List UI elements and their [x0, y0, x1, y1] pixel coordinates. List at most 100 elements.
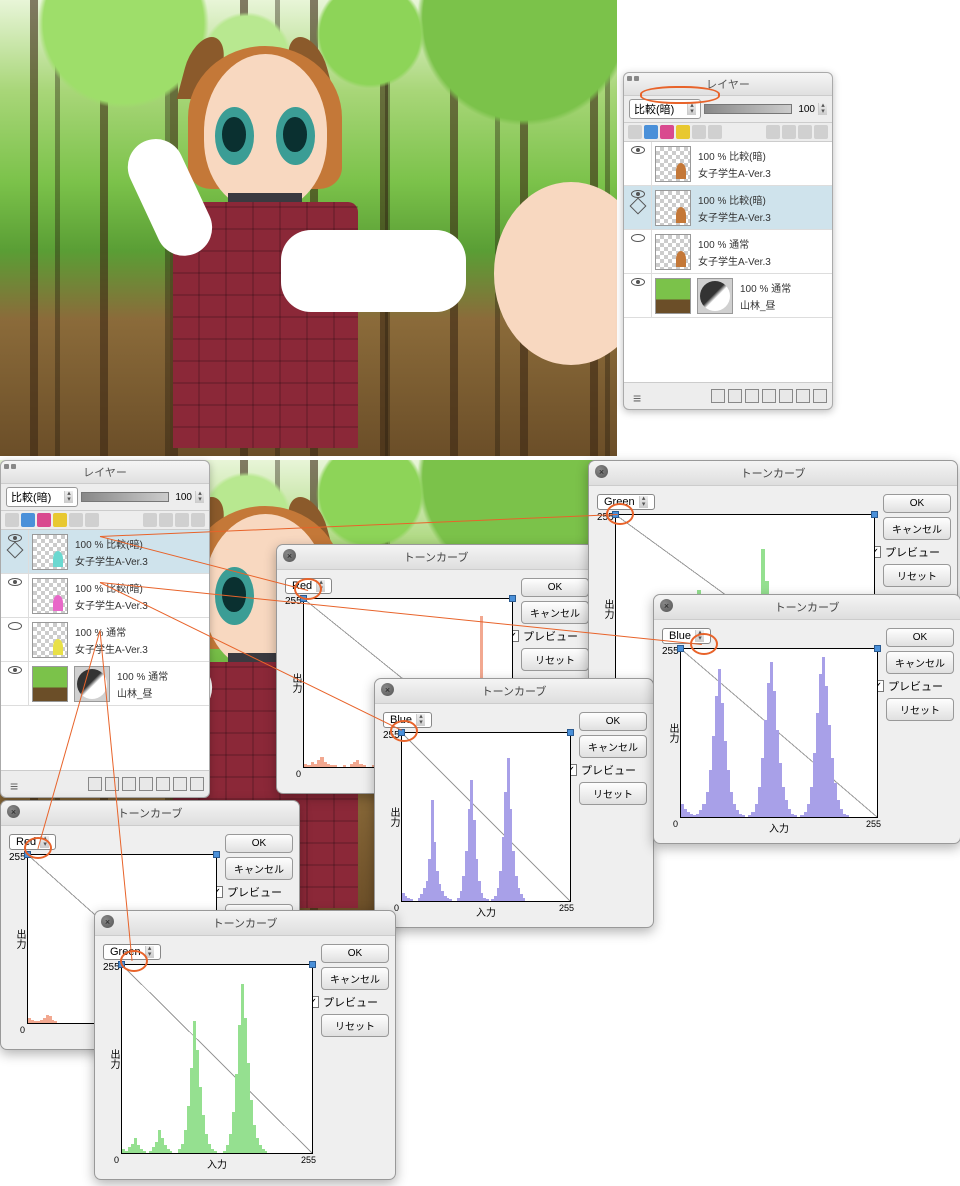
- blend-mode-select[interactable]: 比較(暗): [6, 487, 78, 507]
- layer-row[interactable]: 100 % 通常山林_昼: [1, 662, 209, 706]
- x-axis-label: 入力: [121, 1156, 313, 1171]
- curve-graph[interactable]: 出力0255: [121, 964, 313, 1154]
- visibility-icon[interactable]: [8, 578, 22, 586]
- axis-min: 0: [673, 819, 678, 829]
- layer-mode: 100 % 通常: [117, 668, 205, 683]
- axis-min: 0: [394, 903, 399, 913]
- layer-up-icon[interactable]: [762, 389, 776, 403]
- layer-name: 山林_昼: [740, 297, 828, 312]
- layer-panel-top: レイヤー 比較(暗) 100 100 % 比較(暗)女子学生A-Ver.3100…: [623, 72, 833, 410]
- panel-title: レイヤー: [624, 73, 832, 96]
- layer-thumbnail: [32, 578, 68, 614]
- close-icon[interactable]: ×: [101, 915, 114, 928]
- close-icon[interactable]: ×: [595, 465, 608, 478]
- toolbar-icon[interactable]: [708, 125, 722, 139]
- channel-select[interactable]: Red: [9, 834, 56, 850]
- toolbar-icon[interactable]: [692, 125, 706, 139]
- layer-row[interactable]: 100 % 通常山林_昼: [624, 274, 832, 318]
- layer-toolbar: [624, 123, 832, 142]
- close-icon[interactable]: ×: [283, 549, 296, 562]
- ok-button[interactable]: OK: [886, 628, 954, 647]
- layer-row[interactable]: 100 % 比較(暗)女子学生A-Ver.3: [624, 186, 832, 230]
- reset-button[interactable]: リセット: [883, 564, 951, 587]
- toolbar-icon[interactable]: [644, 125, 658, 139]
- visibility-icon[interactable]: [8, 622, 22, 630]
- toolbar-icon[interactable]: [676, 125, 690, 139]
- reset-button[interactable]: リセット: [521, 648, 589, 671]
- layer-thumbnail: [655, 278, 691, 314]
- visibility-icon[interactable]: [631, 234, 645, 242]
- x-axis-label: 入力: [680, 820, 878, 835]
- edit-icon: [629, 198, 646, 215]
- channel-select[interactable]: Blue: [383, 712, 432, 728]
- cancel-button[interactable]: キャンセル: [883, 517, 951, 540]
- layer-thumbnail: [655, 146, 691, 182]
- stack-icon[interactable]: [633, 390, 649, 402]
- close-icon[interactable]: ×: [7, 805, 20, 818]
- toolbar-icon[interactable]: [766, 125, 780, 139]
- merge-icon[interactable]: [796, 389, 810, 403]
- opacity-value: 100: [795, 104, 815, 115]
- preview-label: プレビュー: [227, 884, 282, 900]
- layer-row[interactable]: 100 % 通常女子学生A-Ver.3: [624, 230, 832, 274]
- curve-graph[interactable]: 出力0255: [680, 648, 878, 818]
- layer-thumbnail: [32, 666, 68, 702]
- cancel-button[interactable]: キャンセル: [886, 651, 954, 674]
- axis-min: 0: [20, 1025, 25, 1035]
- channel-select[interactable]: Blue: [662, 628, 711, 644]
- toolbar-icon[interactable]: [628, 125, 642, 139]
- cancel-button[interactable]: キャンセル: [321, 967, 389, 990]
- ok-button[interactable]: OK: [225, 834, 293, 853]
- ok-button[interactable]: OK: [521, 578, 589, 597]
- opacity-slider[interactable]: [704, 104, 792, 114]
- close-icon[interactable]: ×: [660, 599, 673, 612]
- panel-title: レイヤー: [1, 461, 209, 484]
- toolbar-icon[interactable]: [798, 125, 812, 139]
- y-axis-label: 出力: [386, 807, 401, 827]
- new-layer-icon[interactable]: [711, 389, 725, 403]
- cancel-button[interactable]: キャンセル: [521, 601, 589, 624]
- layer-row[interactable]: 100 % 比較(暗)女子学生A-Ver.3: [624, 142, 832, 186]
- edit-icon: [6, 542, 23, 559]
- cancel-button[interactable]: キャンセル: [579, 735, 647, 758]
- reset-button[interactable]: リセット: [579, 782, 647, 805]
- curve-graph[interactable]: 出力0255: [401, 732, 571, 902]
- layer-mode: 100 % 通常: [740, 280, 828, 295]
- layer-row[interactable]: 100 % 比較(暗)女子学生A-Ver.3: [1, 574, 209, 618]
- visibility-icon[interactable]: [8, 666, 22, 674]
- dialog-title: ×トーンカーブ: [95, 911, 395, 936]
- layer-row[interactable]: 100 % 通常女子学生A-Ver.3: [1, 618, 209, 662]
- cancel-button[interactable]: キャンセル: [225, 857, 293, 880]
- close-icon[interactable]: ×: [381, 683, 394, 696]
- blend-mode-select[interactable]: 比較(暗): [629, 99, 701, 119]
- filter-thumb: [697, 278, 733, 314]
- opacity-stepper[interactable]: [195, 491, 204, 503]
- visibility-icon[interactable]: [631, 278, 645, 286]
- layer-down-icon[interactable]: [779, 389, 793, 403]
- layer-mode: 100 % 比較(暗): [75, 580, 205, 595]
- dialog-title: ×トーンカーブ: [277, 545, 595, 570]
- channel-select[interactable]: Green: [103, 944, 161, 960]
- toolbar-icon[interactable]: [660, 125, 674, 139]
- x-axis-label: 入力: [401, 904, 571, 919]
- ok-button[interactable]: OK: [321, 944, 389, 963]
- tone-curve-dialog: ×トーンカーブGreen255出力0255入力OKキャンセル✓プレビューリセット: [94, 910, 396, 1180]
- ok-button[interactable]: OK: [883, 494, 951, 513]
- reset-button[interactable]: リセット: [886, 698, 954, 721]
- reset-button[interactable]: リセット: [321, 1014, 389, 1037]
- panel-footer: [624, 382, 832, 409]
- channel-select[interactable]: Green: [597, 494, 655, 510]
- opacity-stepper[interactable]: [818, 103, 827, 115]
- channel-select[interactable]: Red: [285, 578, 332, 594]
- opacity-slider[interactable]: [81, 492, 169, 502]
- dup-layer-icon[interactable]: [745, 389, 759, 403]
- layer-list: 100 % 比較(暗)女子学生A-Ver.3100 % 比較(暗)女子学生A-V…: [1, 530, 209, 770]
- visibility-icon[interactable]: [631, 146, 645, 154]
- toolbar-icon[interactable]: [782, 125, 796, 139]
- ok-button[interactable]: OK: [579, 712, 647, 731]
- trash-icon[interactable]: [813, 389, 827, 403]
- layer-name: 女子学生A-Ver.3: [75, 553, 205, 568]
- toolbar-icon[interactable]: [814, 125, 828, 139]
- layer-row[interactable]: 100 % 比較(暗)女子学生A-Ver.3: [1, 530, 209, 574]
- new-folder-icon[interactable]: [728, 389, 742, 403]
